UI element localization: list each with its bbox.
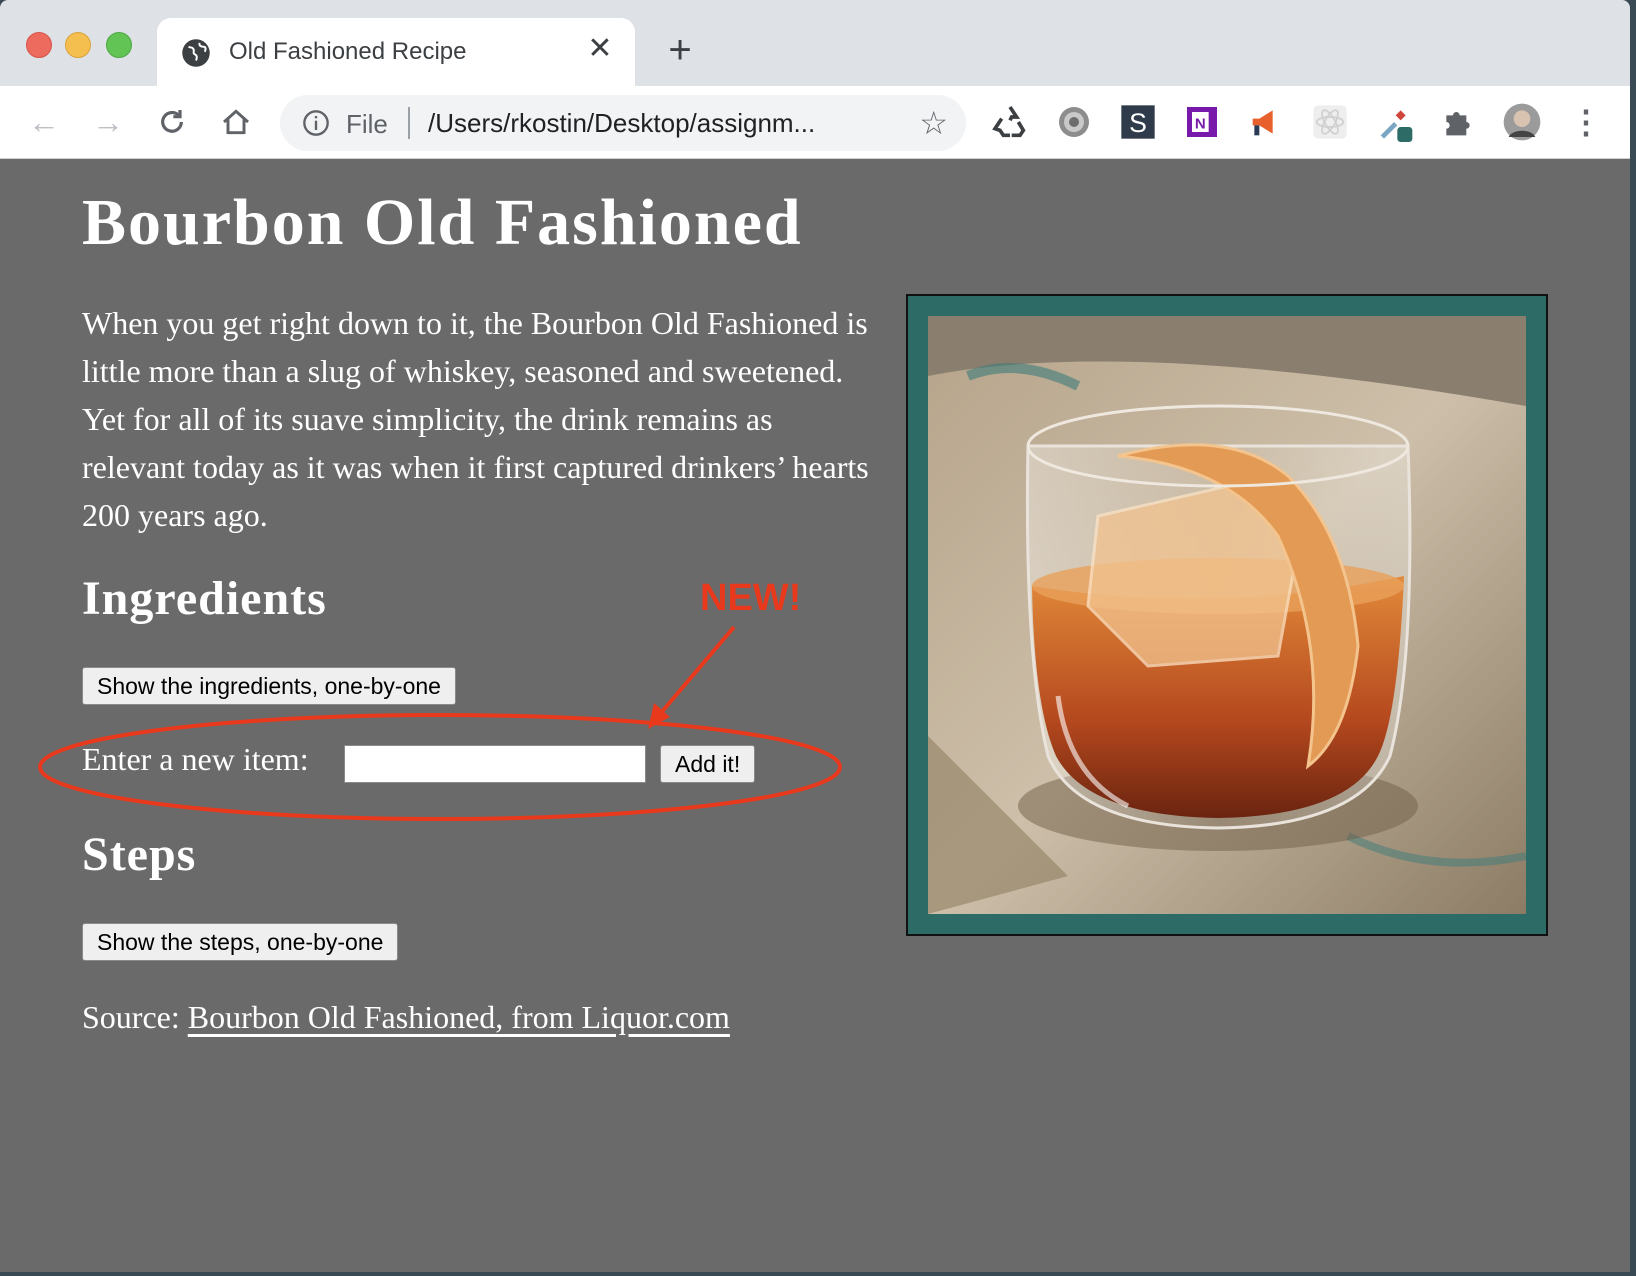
new-item-label: Enter a new item: [82,741,309,777]
close-window-button[interactable] [26,32,52,58]
info-icon[interactable] [302,109,330,137]
scheme-label: File [346,109,388,139]
s-extension-icon[interactable]: S [1118,102,1158,142]
page-title: Bourbon Old Fashioned [82,186,803,259]
new-item-input[interactable] [344,745,646,783]
page-content: Bourbon Old Fashioned When you get right… [0,159,1630,1272]
steps-heading: Steps [82,828,197,881]
profile-avatar[interactable] [1502,102,1542,142]
react-extension-icon[interactable] [1310,102,1350,142]
annotation-new-label: NEW! [700,577,802,619]
megaphone-extension-icon[interactable] [1246,102,1286,142]
gear-extension-icon[interactable] [1054,102,1094,142]
eyedropper-extension-icon[interactable] [1374,102,1414,142]
annotation-arrowhead [648,703,670,729]
show-ingredients-button[interactable]: Show the ingredients, one-by-one [82,667,456,705]
svg-text:N: N [1195,116,1206,133]
tab-old-fashioned[interactable]: Old Fashioned Recipe ✕ [157,18,635,88]
browser-toolbar: ← → File /Users/rkostin/Desktop/assignm.… [0,86,1630,159]
recycle-extension-icon[interactable] [990,102,1030,142]
tab-strip: Old Fashioned Recipe ✕ + [0,0,1630,88]
address-bar[interactable]: File /Users/rkostin/Desktop/assignm... ☆ [280,95,966,151]
browser-window: Old Fashioned Recipe ✕ + ← → File /Users… [0,0,1630,1272]
home-icon[interactable] [216,102,256,142]
svg-text:S: S [1129,108,1147,138]
show-steps-button[interactable]: Show the steps, one-by-one [82,923,399,961]
url-text[interactable]: /Users/rkostin/Desktop/assignm... [428,108,815,139]
onenote-extension-icon[interactable]: N [1182,102,1222,142]
minimize-window-button[interactable] [65,32,91,58]
reload-icon[interactable] [152,102,192,142]
tab-title: Old Fashioned Recipe [229,38,467,65]
close-tab-icon[interactable]: ✕ [583,32,617,66]
ingredients-heading: Ingredients [82,572,327,625]
source-line: Source: Bourbon Old Fashioned, from Liqu… [82,999,730,1036]
annotation-arrow [652,625,736,723]
back-icon[interactable]: ← [24,102,64,142]
cocktail-photo-frame [906,294,1548,936]
source-prefix: Source: [82,999,180,1035]
omnibox-divider [408,107,410,139]
forward-icon[interactable]: → [88,102,128,142]
new-tab-button[interactable]: + [660,30,700,70]
add-item-button[interactable]: Add it! [660,745,756,783]
kebab-menu-icon[interactable]: ⋮ [1566,102,1606,142]
globe-icon [182,39,210,67]
zoom-window-button[interactable] [106,32,132,58]
puzzle-extension-icon[interactable] [1438,102,1478,142]
star-icon[interactable]: ☆ [919,105,948,141]
intro-paragraph: When you get right down to it, the Bourb… [82,305,869,533]
cocktail-photo [928,316,1526,914]
source-link[interactable]: Bourbon Old Fashioned, from Liquor.com [188,999,730,1035]
